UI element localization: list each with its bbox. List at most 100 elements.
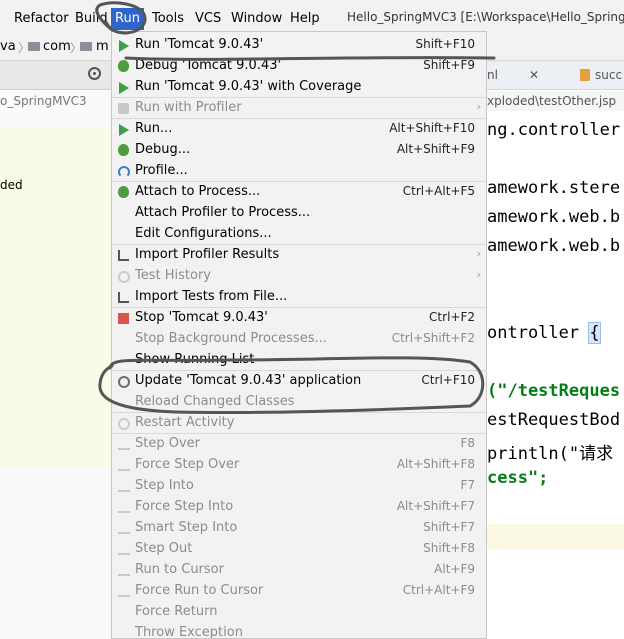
run-menu-item-shortcut: Shift+F7 [423, 520, 475, 534]
run-menu-item-shortcut: F8 [460, 436, 475, 450]
debug-icon [118, 60, 129, 72]
project-tree-root[interactable]: o_SpringMVC3 [0, 94, 87, 108]
run-menu-item-shortcut: Alt+Shift+F9 [396, 142, 475, 156]
run-menu-item[interactable]: Attach Profiler to Process... [112, 203, 486, 224]
project-tree-item[interactable]: ded [0, 178, 23, 192]
breadcrumb-com[interactable]: com [43, 39, 71, 54]
run-menu-item-shortcut: Shift+F8 [423, 541, 475, 555]
editor-file-path: xploded\testOther.jsp [487, 91, 624, 111]
run-menu-item-label: Smart Step Into [135, 520, 238, 535]
run-menu-item[interactable]: Import Profiler Results › [112, 245, 486, 266]
code-line-text: ng.controller [487, 120, 621, 140]
code-line-text: ontroller [487, 323, 590, 343]
run-menu-item-label: Run 'Tomcat 9.0.43' with Coverage [135, 79, 362, 94]
run-menu-item: Test History › [112, 266, 486, 287]
force-run-to-cursor-icon [118, 586, 130, 597]
run-menu-item: Force Step Into Alt+Shift+F7 [112, 497, 486, 518]
code-line-text: ("/testReques [487, 381, 621, 401]
editor-tab[interactable]: nl [487, 68, 498, 82]
run-menu-item-shortcut: Ctrl+Shift+F2 [391, 331, 475, 345]
run-menu-item: Step Over F8 [112, 434, 486, 455]
run-to-cursor-icon [118, 565, 130, 576]
breadcrumb-m[interactable]: m [96, 39, 109, 54]
restart-icon [118, 418, 130, 430]
code-line-text: cess"; [487, 468, 549, 488]
run-menu-item-shortcut: Shift+F9 [423, 58, 475, 72]
menu-run[interactable]: Run [111, 8, 144, 30]
code-line: println("请求 [487, 439, 613, 464]
breadcrumb-java[interactable]: va [0, 39, 16, 54]
submenu-arrow-icon: › [476, 247, 481, 260]
run-menu-item-label: Force Step Over [135, 457, 240, 472]
code-line-text: amework.stere [487, 178, 621, 198]
run-menu-item-label: Profile... [135, 163, 188, 178]
code-line: cess"; [487, 468, 548, 488]
folder-icon [28, 42, 40, 51]
run-menu-item-shortcut: Alt+F9 [434, 562, 475, 576]
run-menu-item-shortcut: Ctrl+Alt+F5 [402, 184, 475, 198]
folder-icon [80, 42, 92, 51]
run-menu-item: Smart Step Into Shift+F7 [112, 518, 486, 539]
run-menu-item: Force Step Over Alt+Shift+F8 [112, 455, 486, 476]
run-menu-item: Step Out Shift+F8 [112, 539, 486, 560]
run-menu-item[interactable]: Attach to Process... Ctrl+Alt+F5 [112, 182, 486, 203]
run-menu-item-label: Run to Cursor [135, 562, 224, 577]
code-editor[interactable]: nl ✕ succ xploded\testOther.jsp ng.contr… [487, 61, 624, 639]
run-menu-item-shortcut: Alt+Shift+F8 [396, 457, 475, 471]
run-menu-item[interactable]: Debug... Alt+Shift+F9 [112, 140, 486, 161]
attach-icon [118, 186, 129, 198]
matched-brace: { [588, 322, 601, 344]
run-menu-item[interactable]: Stop 'Tomcat 9.0.43' Ctrl+F2 [112, 308, 486, 329]
coverage-icon [119, 82, 129, 94]
menu-build[interactable]: Build [75, 10, 108, 28]
profiler-icon [118, 103, 129, 114]
run-menu-item[interactable]: Debug 'Tomcat 9.0.43' Shift+F9 [112, 56, 486, 77]
run-menu-item-label: Attach to Process... [135, 184, 261, 199]
run-menu-item-label: Import Profiler Results [135, 247, 280, 262]
run-menu-item-label: Stop 'Tomcat 9.0.43' [135, 310, 268, 325]
run-menu-item: Force Run to Cursor Ctrl+Alt+F9 [112, 581, 486, 602]
run-menu-item[interactable]: Run 'Tomcat 9.0.43' with Coverage [112, 77, 486, 98]
run-menu-item[interactable]: Update 'Tomcat 9.0.43' application Ctrl+F… [112, 371, 486, 392]
debug-icon [118, 144, 129, 156]
menu-refactor[interactable]: Refactor [14, 10, 69, 28]
run-menu-item[interactable]: Edit Configurations... [112, 224, 486, 245]
code-line-text: amework.web.b [487, 207, 621, 227]
step-out-icon [118, 544, 130, 555]
code-line-text: amework.web.b [487, 236, 621, 256]
run-menu-item-label: Run... [135, 121, 173, 136]
run-menu-item: Throw Exception [112, 623, 486, 638]
editor-tab[interactable]: succ [595, 68, 622, 82]
run-menu-item[interactable]: Import Tests from File... [112, 287, 486, 308]
run-menu-item[interactable]: Show Running List [112, 350, 486, 371]
run-menu-item[interactable]: Run 'Tomcat 9.0.43' Shift+F10 [112, 35, 486, 56]
run-menu-item: Run to Cursor Alt+F9 [112, 560, 486, 581]
editor-tab-bar: nl ✕ succ [487, 61, 624, 90]
run-icon [119, 124, 129, 136]
run-dropdown-menu: Run 'Tomcat 9.0.43' Shift+F10 Debug 'Tomca… [111, 31, 487, 639]
run-menu-item: Step Into F7 [112, 476, 486, 497]
run-menu-item-shortcut: Ctrl+F2 [429, 310, 475, 324]
menu-help[interactable]: Help [290, 10, 320, 28]
run-menu-item[interactable]: Run... Alt+Shift+F10 [112, 119, 486, 140]
run-menu-item[interactable]: Profile... [112, 161, 486, 182]
run-menu-item-label: Import Tests from File... [135, 289, 288, 304]
run-menu-item-label: Debug 'Tomcat 9.0.43' [135, 58, 282, 73]
run-menu-item-label: Restart Activity [135, 415, 235, 430]
code-line: ("/testReques [487, 381, 620, 401]
window-title: Hello_SpringMVC3 [E:\Workspace\Hello_Spr… [347, 10, 624, 24]
run-menu-item-shortcut: F7 [460, 478, 475, 492]
close-tab-icon[interactable]: ✕ [529, 68, 539, 82]
submenu-arrow-icon: › [476, 100, 481, 113]
menu-tools[interactable]: Tools [152, 10, 184, 28]
menu-vcs[interactable]: VCS [195, 10, 221, 28]
code-line-text: println("请求 [487, 444, 614, 464]
locate-target-icon[interactable] [88, 67, 101, 80]
run-menu-item: Force Return [112, 602, 486, 623]
profile-icon [118, 166, 130, 178]
run-menu-item-label: Test History [135, 268, 211, 283]
menu-window[interactable]: Window [231, 10, 282, 28]
import-icon [118, 292, 129, 303]
run-menu-item-label: Run with Profiler [135, 100, 242, 115]
project-panel: o_SpringMVC3 ded [0, 61, 112, 639]
